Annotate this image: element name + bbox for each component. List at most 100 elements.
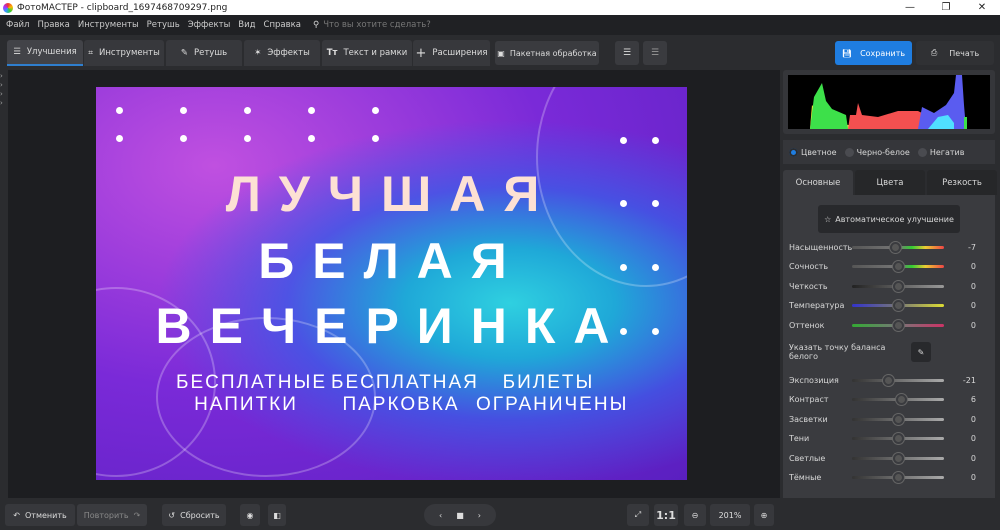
folder-icon[interactable]: ■	[456, 511, 464, 520]
search-box[interactable]: ⚲ Что вы хотите сделать?	[313, 20, 431, 30]
menu-view[interactable]: Вид	[238, 20, 255, 30]
slider-value: 0	[970, 434, 976, 443]
slider-track[interactable]	[852, 413, 944, 425]
compare-icon: ◧	[273, 510, 281, 520]
slider-handle[interactable]	[895, 394, 907, 405]
mode-bw[interactable]: Черно-белое	[844, 147, 910, 157]
slider-track[interactable]	[852, 452, 944, 464]
preview-toggle-button[interactable]: ◉	[240, 504, 260, 526]
slider-track[interactable]	[852, 374, 944, 386]
slider-row: Оттенок 0	[789, 318, 989, 332]
reset-button[interactable]: ↺ Сбросить	[162, 504, 226, 526]
adjustments-panel: ☆ Автоматическое улучшение Насыщенность -7…	[783, 195, 995, 498]
compare-button[interactable]: ◧	[268, 504, 286, 526]
menu-help[interactable]: Справка	[264, 20, 301, 30]
add-preset-button[interactable]: ☰	[615, 41, 639, 65]
slider-label: Засветки	[789, 414, 828, 424]
fit-icon: ⤢	[634, 510, 642, 519]
tab-sharpness[interactable]: Резкость	[927, 170, 997, 195]
close-button[interactable]: ✕	[964, 2, 1000, 13]
fit-screen-button[interactable]: ⤢	[627, 504, 649, 526]
tab-tools[interactable]: ⌗ Инструменты	[84, 40, 164, 66]
undo-icon: ↶	[13, 510, 20, 520]
next-icon[interactable]: ›	[478, 511, 481, 520]
tab-text-frames[interactable]: Tт Текст и рамки	[322, 40, 412, 66]
download-preset-button[interactable]: ☰	[643, 41, 667, 65]
slider-track[interactable]	[852, 300, 944, 311]
save-button[interactable]: 💾︎ Сохранить	[835, 41, 912, 65]
radio-icon	[844, 147, 854, 157]
poster-dot	[620, 137, 627, 144]
batch-processing-button[interactable]: ▣ Пакетная обработка	[495, 41, 599, 65]
slider-handle[interactable]	[893, 433, 904, 444]
slider-row: Светлые 0	[789, 451, 989, 465]
eyedropper-button[interactable]: ✎	[911, 342, 931, 362]
slider-track[interactable]	[852, 241, 944, 253]
slider-row: Тени 0	[789, 432, 989, 446]
tab-retouch[interactable]: ✎ Ретушь	[166, 40, 242, 66]
tab-colors[interactable]: Цвета	[855, 170, 925, 195]
tab-basic[interactable]: Основные	[783, 170, 853, 195]
poster-dot	[244, 107, 251, 114]
slider-handle[interactable]	[893, 319, 904, 331]
prev-icon[interactable]: ‹	[439, 511, 442, 520]
menu-retouch[interactable]: Ретушь	[147, 20, 180, 30]
auto-enhance-button[interactable]: ☆ Автоматическое улучшение	[818, 205, 960, 233]
slider-handle[interactable]	[893, 472, 904, 483]
photo-preview[interactable]: ЛУЧШАЯ БЕЛАЯ ВЕЧЕРИНКА БЕСПЛАТНЫЕ НАПИТКИ…	[96, 87, 687, 480]
minus-circle-icon: ⊖	[691, 510, 699, 520]
slider-handle[interactable]	[893, 413, 904, 425]
slider-track[interactable]	[852, 280, 944, 292]
poster-dot	[180, 107, 187, 114]
left-collapse-arrows[interactable]: › › › ›	[0, 70, 8, 498]
maximize-button[interactable]: ❐	[928, 2, 964, 13]
undo-button[interactable]: ↶ Отменить	[5, 504, 75, 526]
print-button[interactable]: ⎙ Печать	[916, 41, 994, 65]
mode-negative[interactable]: Негатив	[917, 147, 964, 157]
search-input[interactable]: Что вы хотите сделать?	[323, 20, 431, 30]
slider-track[interactable]	[852, 472, 944, 483]
poster-dot	[180, 135, 187, 142]
menu-bar: Файл Правка Инструменты Ретушь Эффекты В…	[0, 15, 1000, 35]
eyedropper-icon: ✎	[917, 347, 925, 357]
poster-dot	[308, 135, 315, 142]
poster-col-3: БИЛЕТЫ ОГРАНИЧЕНЫ	[476, 372, 629, 415]
mode-color[interactable]: Цветное	[789, 147, 837, 157]
slider-label: Температура	[789, 301, 845, 310]
tab-effects[interactable]: ✶ Эффекты	[244, 40, 320, 66]
slider-track[interactable]	[852, 433, 944, 444]
slider-track[interactable]	[852, 394, 944, 405]
text-icon: Tт	[326, 48, 338, 58]
zoom-out-button[interactable]: ⊖	[684, 504, 706, 526]
title-bar: ФотоМАСТЕР - clipboard_1697468709297.png…	[0, 0, 1000, 15]
slider-handle[interactable]	[893, 261, 904, 272]
slider-track[interactable]	[852, 319, 944, 331]
menu-effects[interactable]: Эффекты	[188, 20, 231, 30]
menu-tools[interactable]: Инструменты	[78, 20, 139, 30]
zoom-in-button[interactable]: ⊕	[754, 504, 774, 526]
file-nav: ‹ ■ ›	[424, 504, 496, 526]
poster-line-1: ЛУЧШАЯ	[225, 166, 558, 222]
magic-star-icon: ☆	[824, 214, 832, 224]
slider-track[interactable]	[852, 261, 944, 272]
tab-enhancements[interactable]: ☰ Улучшения	[7, 40, 83, 66]
plus-icon: +	[415, 45, 427, 61]
redo-button[interactable]: Повторить ↷	[77, 504, 147, 526]
images-icon: ▣	[497, 48, 505, 58]
menu-edit[interactable]: Правка	[37, 20, 69, 30]
actual-size-button[interactable]: 1:1	[654, 504, 678, 526]
slider-handle[interactable]	[893, 280, 904, 292]
tab-extensions[interactable]: + Расширения	[413, 40, 490, 66]
poster-dot	[116, 107, 123, 114]
minimize-button[interactable]: —	[892, 2, 928, 13]
sliders-icon: ☰	[13, 47, 21, 57]
zoom-level[interactable]: 201%	[710, 504, 750, 526]
slider-value: 0	[970, 301, 976, 310]
slider-handle[interactable]	[889, 241, 901, 253]
menu-file[interactable]: Файл	[6, 20, 29, 30]
poster-line-3: ВЕЧЕРИНКА	[155, 298, 628, 354]
slider-handle[interactable]	[893, 452, 904, 464]
slider-handle[interactable]	[883, 374, 895, 386]
slider-row: Насыщенность -7	[789, 240, 989, 254]
slider-handle[interactable]	[893, 300, 904, 311]
